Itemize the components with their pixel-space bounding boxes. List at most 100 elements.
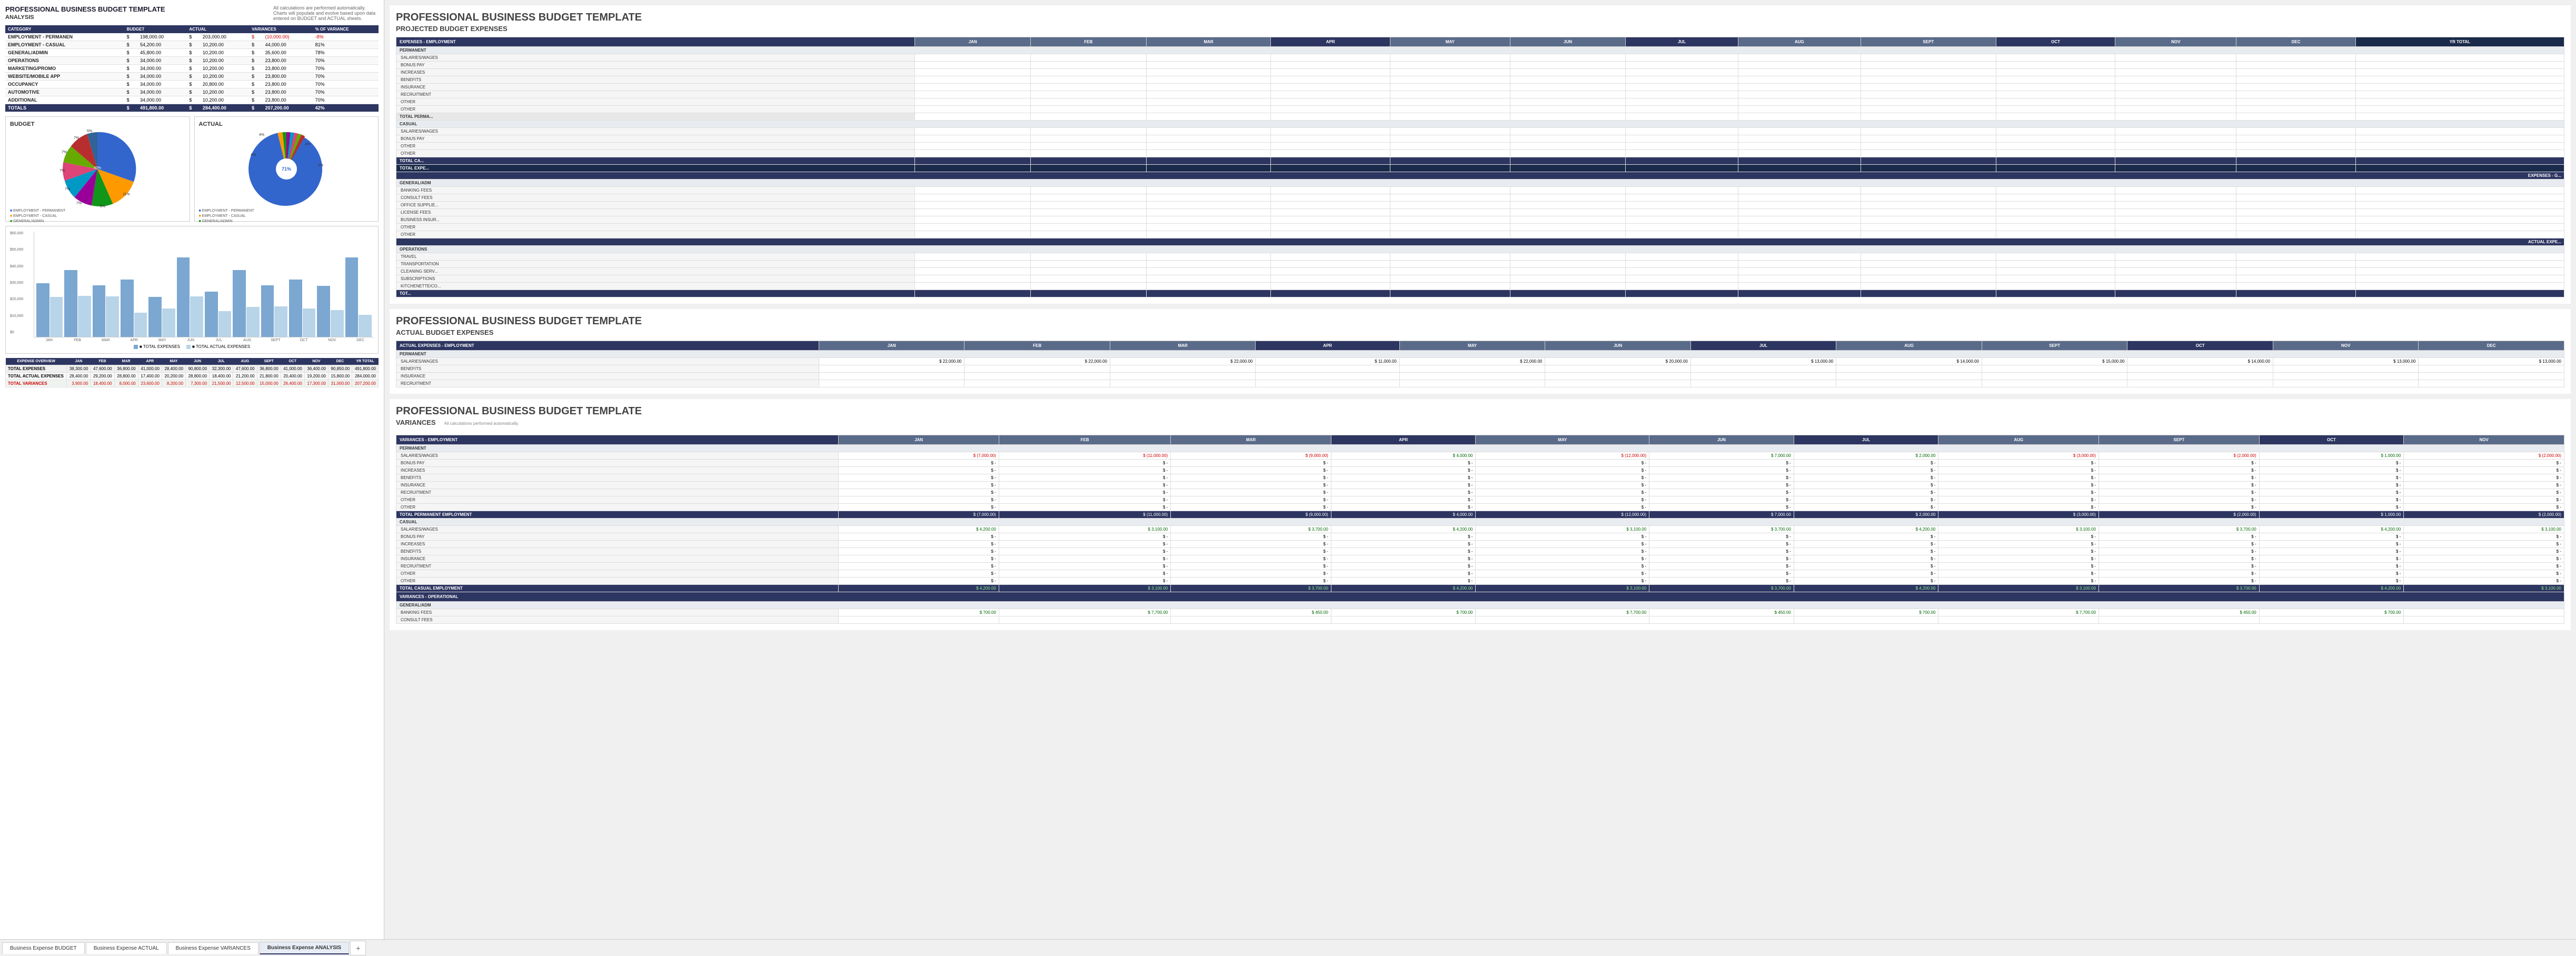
- legend-actual-expenses: ■ TOTAL ACTUAL EXPENSES: [186, 344, 250, 349]
- right-panel: PROFESSIONAL BUSINESS BUDGET TEMPLATE PR…: [384, 0, 2576, 939]
- bar-group-apr: [121, 280, 147, 337]
- charts-row: BUDGET: [5, 116, 379, 222]
- tab-budget[interactable]: Business Expense BUDGET: [2, 942, 85, 954]
- bar-group-dec: [345, 257, 372, 337]
- svg-text:11%: 11%: [123, 193, 131, 196]
- totals-row: TOTALS $491,800.00 $284,400.00 $207,200.…: [5, 104, 379, 112]
- var-casual-recruitment: RECRUITMENT $ -$ -$ - $ -$ -$ - $ -$ -$ …: [396, 563, 2564, 570]
- var-total-casual: TOTAL CASUAL EMPLOYMENT $ 4,200.00 $ 3,1…: [396, 585, 2564, 592]
- budget-pie-svg: 40% 11% 9% 7% 7% 7% 7% 7% 5%: [58, 130, 137, 208]
- col-variances-employment: VARIANCES - EMPLOYMENT: [396, 435, 839, 445]
- bar-total-may: [148, 297, 162, 337]
- var-insurance: INSURANCE $ -$ -$ - $ -$ -$ - $ -$ -$ - …: [396, 482, 2564, 489]
- var-other2: OTHER $ -$ -$ - $ -$ -$ - $ -$ -$ - $ -$…: [396, 504, 2564, 511]
- left-panel-title: PROFESSIONAL BUSINESS BUDGET TEMPLATE: [5, 5, 165, 13]
- variances-sub-title: VARIANCES: [396, 419, 436, 426]
- col-category: CATEGORY: [5, 25, 124, 33]
- bar-group-jan: [36, 283, 63, 337]
- actual-sub-title: ACTUAL BUDGET EXPENSES: [396, 328, 2564, 336]
- bar-total-oct: [289, 280, 302, 337]
- actual-recruitment: RECRUITMENT: [396, 380, 2564, 387]
- svg-text:5%: 5%: [87, 130, 92, 133]
- var-recruitment: RECRUITMENT $ -$ -$ - $ -$ -$ - $ -$ -$ …: [396, 489, 2564, 496]
- budget-row-salaries: SALARIES/WAGES: [396, 54, 2564, 62]
- tab-add-button[interactable]: +: [350, 941, 366, 955]
- tab-variances[interactable]: Business Expense VARIANCES: [168, 942, 258, 954]
- variances-note: All calculations performed automatically…: [444, 421, 519, 426]
- col-pct: % OF VARIANCE: [313, 25, 379, 33]
- actual-permanent-header: PERMANENT: [396, 351, 2564, 358]
- y-axis: $0 $10,000 $20,000 $30,000 $40,000 $50,0…: [10, 232, 34, 342]
- svg-text:4%: 4%: [251, 153, 256, 157]
- bar-chart-section: $0 $10,000 $20,000 $30,000 $40,000 $50,0…: [5, 226, 379, 354]
- svg-text:9%: 9%: [100, 205, 105, 208]
- col-expenses-employment: EXPENSES - EMPLOYMENT: [396, 37, 915, 47]
- bar-group-jul: [205, 292, 231, 337]
- analysis-table: CATEGORY BUDGET ACTUAL VARIANCES % OF VA…: [5, 25, 379, 112]
- actual-salaries: SALARIES/WAGES $ 22,000.00$ 22,000.00$ 2…: [396, 358, 2564, 365]
- budget-total-casual: TOTAL CA...: [396, 157, 2564, 165]
- svg-text:7%: 7%: [76, 202, 82, 205]
- tab-analysis[interactable]: Business Expense ANALYSIS: [260, 942, 349, 954]
- variances-section: PROFESSIONAL BUSINESS BUDGET TEMPLATE VA…: [390, 399, 2571, 630]
- var-bonus-pay: BONUS PAY $ -$ -$ - $ -$ -$ - $ -$ -$ - …: [396, 460, 2564, 467]
- var-casual-insurance: INSURANCE $ -$ -$ - $ -$ -$ - $ -$ -$ - …: [396, 555, 2564, 563]
- general-admin-header: GENERAL/ADM: [396, 180, 2564, 187]
- casual-other1: OTHER: [396, 143, 2564, 150]
- bar-group-feb: [64, 270, 91, 337]
- table-row: MARKETING/PROMO $34,000.00 $10,200.00 $2…: [5, 65, 379, 73]
- bar-total-dec: [345, 257, 359, 337]
- table-row: EMPLOYMENT - PERMANEN $198,000.00 $203,0…: [5, 33, 379, 41]
- other-row-1: OTHER: [396, 224, 2564, 231]
- bar-actual-jan: [50, 297, 63, 337]
- left-panel-subtitle: ANALYSIS: [5, 14, 165, 21]
- budget-main-title: PROFESSIONAL BUSINESS BUDGET TEMPLATE: [396, 12, 2564, 24]
- bar-legend: ■ TOTAL EXPENSES ■ TOTAL ACTUAL EXPENSES: [10, 344, 374, 349]
- table-row: WEBSITE/MOBILE APP $34,000.00 $10,200.00…: [5, 73, 379, 81]
- casual-bonus: BONUS PAY: [396, 135, 2564, 143]
- actual-section: PROFESSIONAL BUSINESS BUDGET TEMPLATE AC…: [390, 309, 2571, 394]
- bar-actual-jun: [190, 296, 203, 337]
- actual-pie-svg: 71% 4% 4% 4% 3%: [247, 130, 326, 208]
- casual-other2: OTHER: [396, 150, 2564, 157]
- table-row: GENERAL/ADMIN $45,800.00 $10,200.00 $35,…: [5, 49, 379, 57]
- x-axis: JAN FEB MAR APR MAY JUN JUL AUG SEPT OCT…: [34, 338, 374, 342]
- bars-and-labels: JAN FEB MAR APR MAY JUN JUL AUG SEPT OCT…: [34, 232, 374, 342]
- bar-actual-feb: [78, 296, 91, 337]
- tab-actual[interactable]: Business Expense ACTUAL: [86, 942, 167, 954]
- budget-chart-title: BUDGET: [10, 121, 185, 127]
- bar-total-nov: [317, 286, 330, 337]
- bar-total-apr: [121, 280, 134, 337]
- bar-actual-dec: [359, 315, 372, 337]
- svg-text:7%: 7%: [62, 151, 67, 154]
- svg-text:7%: 7%: [65, 187, 70, 191]
- var-casual-benefits: BENEFITS $ -$ -$ - $ -$ -$ - $ -$ -$ - $…: [396, 548, 2564, 555]
- actual-main-title: PROFESSIONAL BUSINESS BUDGET TEMPLATE: [396, 315, 2564, 327]
- bar-chart-wrapper: $0 $10,000 $20,000 $30,000 $40,000 $50,0…: [10, 232, 374, 342]
- actual-insurance: INSURANCE: [396, 373, 2564, 380]
- bar-total-mar: [93, 285, 106, 337]
- legend-dot-total: [134, 345, 138, 349]
- budget-grid-table: EXPENSES - EMPLOYMENT JAN FEB MAR APR MA…: [396, 37, 2564, 297]
- variances-grid-table: VARIANCES - EMPLOYMENT JAN FEB MAR APR M…: [396, 435, 2564, 624]
- bar-total-jan: [36, 283, 49, 337]
- var-banking-fees: BANKING FEES $ 700.00 $ 7,700.00 $ 450.0…: [396, 609, 2564, 616]
- table-row: AUTOMOTIVE $34,000.00 $10,200.00 $23,800…: [5, 88, 379, 96]
- office-supplies-row: OFFICE SUPPLIE...: [396, 202, 2564, 209]
- budget-legend: ■ EMPLOYMENT - PERMANENT ■ EMPLOYMENT - …: [10, 208, 185, 224]
- budget-section: PROFESSIONAL BUSINESS BUDGET TEMPLATE PR…: [390, 5, 2571, 304]
- total-actual-row: TOTAL ACTUAL EXPENSES 28,400.0029,200.00…: [6, 373, 379, 380]
- table-row: EMPLOYMENT - CASUAL $54,200.00 $10,200.0…: [5, 41, 379, 49]
- variances-main-title: PROFESSIONAL BUSINESS BUDGET TEMPLATE: [396, 405, 2564, 417]
- main-content: PROFESSIONAL BUSINESS BUDGET TEMPLATE AN…: [0, 0, 2576, 939]
- svg-text:7%: 7%: [74, 136, 79, 140]
- bar-group-jun: [177, 257, 203, 337]
- bar-total-jun: [177, 257, 190, 337]
- bar-total-jul: [205, 292, 218, 337]
- svg-text:71%: 71%: [282, 166, 291, 172]
- bar-actual-nov: [331, 310, 344, 337]
- expense-overview-table: EXPENSE OVERVIEW JANFEB MARAPR MAYJUN JU…: [5, 358, 379, 387]
- col-actual: ACTUAL: [186, 25, 249, 33]
- bar-actual-aug: [246, 307, 260, 337]
- bar-actual-jul: [218, 311, 232, 337]
